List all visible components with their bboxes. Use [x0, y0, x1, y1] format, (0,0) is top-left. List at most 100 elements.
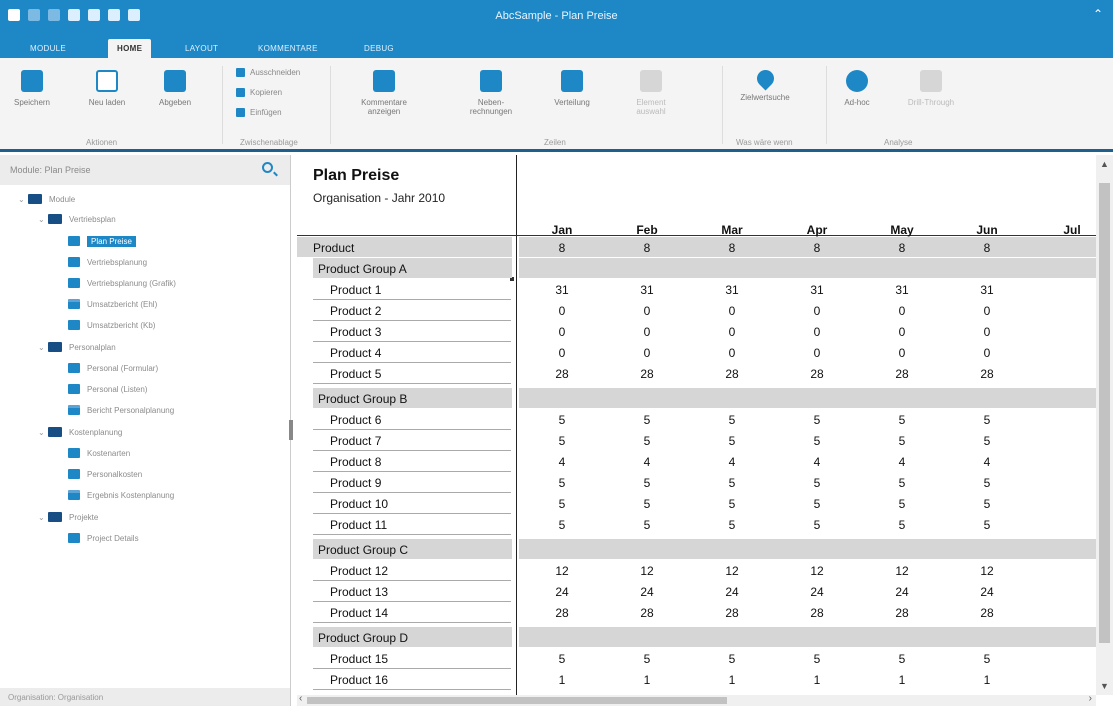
tree-item-vertriebsplanung-grafik[interactable]: Vertriebsplanung (Grafik): [68, 275, 176, 291]
value-cell[interactable]: 5: [702, 476, 762, 490]
value-cell[interactable]: 4: [532, 455, 592, 469]
panel-splitter-handle[interactable]: [289, 420, 293, 440]
value-cell[interactable]: 4: [872, 455, 932, 469]
scroll-right-icon[interactable]: ›: [1089, 693, 1092, 704]
value-cell[interactable]: 28: [957, 367, 1017, 381]
value-cell[interactable]: 0: [787, 325, 847, 339]
value-cell[interactable]: 0: [787, 346, 847, 360]
value-cell[interactable]: 0: [532, 325, 592, 339]
drill-through-button[interactable]: Drill-Through: [900, 70, 962, 107]
value-cell[interactable]: 28: [617, 367, 677, 381]
scroll-up-icon[interactable]: ▲: [1100, 159, 1109, 169]
tab-kommentare[interactable]: KOMMENTARE: [258, 39, 318, 58]
value-cell[interactable]: 5: [787, 652, 847, 666]
value-cell[interactable]: 8: [957, 241, 1017, 255]
value-cell[interactable]: 28: [532, 367, 592, 381]
reload-button[interactable]: Neu laden: [84, 70, 130, 107]
value-cell[interactable]: 5: [702, 518, 762, 532]
value-cell[interactable]: 0: [532, 346, 592, 360]
value-cell[interactable]: 5: [787, 434, 847, 448]
value-cell[interactable]: 5: [617, 497, 677, 511]
value-cell[interactable]: 0: [702, 304, 762, 318]
value-cell[interactable]: 0: [957, 325, 1017, 339]
value-cell[interactable]: 28: [787, 367, 847, 381]
value-cell[interactable]: 8: [532, 241, 592, 255]
distribution-button[interactable]: Verteilung: [546, 70, 598, 107]
value-cell[interactable]: 12: [872, 564, 932, 578]
value-cell[interactable]: 5: [702, 652, 762, 666]
value-cell[interactable]: 0: [872, 346, 932, 360]
value-cell[interactable]: 0: [872, 325, 932, 339]
subcalculations-button[interactable]: Neben- rechnungen: [464, 70, 518, 116]
value-cell[interactable]: 1: [532, 673, 592, 687]
horizontal-scrollbar[interactable]: ‹ ›: [297, 693, 1096, 706]
tree-item-vertriebsplan[interactable]: ⌄ Vertriebsplan: [38, 211, 116, 227]
value-cell[interactable]: 5: [617, 476, 677, 490]
scroll-down-icon[interactable]: ▼: [1100, 681, 1109, 691]
value-cell[interactable]: 0: [872, 304, 932, 318]
tree-item-personal-formular[interactable]: Personal (Formular): [68, 360, 158, 376]
value-cell[interactable]: 31: [957, 283, 1017, 297]
value-cell[interactable]: 5: [617, 518, 677, 532]
copy-button[interactable]: Kopieren: [236, 88, 282, 97]
value-cell[interactable]: 1: [787, 673, 847, 687]
tree-item-kostenarten[interactable]: Kostenarten: [68, 445, 130, 461]
value-cell[interactable]: 5: [872, 518, 932, 532]
value-cell[interactable]: 5: [532, 413, 592, 427]
value-cell[interactable]: 5: [702, 434, 762, 448]
value-cell[interactable]: 31: [702, 283, 762, 297]
value-cell[interactable]: 5: [957, 518, 1017, 532]
value-cell[interactable]: 4: [702, 455, 762, 469]
value-cell[interactable]: 0: [617, 325, 677, 339]
value-cell[interactable]: 1: [872, 673, 932, 687]
value-cell[interactable]: 28: [787, 606, 847, 620]
vertical-scrollbar[interactable]: ▲ ▼: [1096, 155, 1113, 695]
tree-item-project-details[interactable]: Project Details: [68, 530, 139, 546]
value-cell[interactable]: 8: [617, 241, 677, 255]
value-cell[interactable]: 5: [532, 652, 592, 666]
value-cell[interactable]: 5: [872, 434, 932, 448]
tab-module[interactable]: MODULE: [30, 39, 66, 58]
value-cell[interactable]: 24: [957, 585, 1017, 599]
value-cell[interactable]: 5: [617, 652, 677, 666]
value-cell[interactable]: 24: [617, 585, 677, 599]
tree-item-umsatzbericht-ehl[interactable]: Umsatzbericht (Ehl): [68, 296, 157, 312]
tab-home[interactable]: HOME: [108, 39, 152, 58]
value-cell[interactable]: 5: [532, 434, 592, 448]
tree-item-personalplan[interactable]: ⌄ Personalplan: [38, 339, 116, 355]
tree-item-kostenplanung[interactable]: ⌄ Kostenplanung: [38, 424, 122, 440]
tree-item-vertriebsplanung[interactable]: Vertriebsplanung: [68, 254, 147, 270]
apply-button[interactable]: Abgeben: [152, 70, 198, 107]
value-cell[interactable]: 4: [617, 455, 677, 469]
value-cell[interactable]: 5: [787, 413, 847, 427]
tab-layout[interactable]: LAYOUT: [185, 39, 218, 58]
value-cell[interactable]: 0: [617, 346, 677, 360]
value-cell[interactable]: 1: [957, 673, 1017, 687]
value-cell[interactable]: 28: [872, 606, 932, 620]
value-cell[interactable]: 28: [702, 606, 762, 620]
element-selection-button[interactable]: Element auswahl: [628, 70, 674, 116]
value-cell[interactable]: 28: [702, 367, 762, 381]
value-cell[interactable]: 0: [532, 304, 592, 318]
value-cell[interactable]: 28: [872, 367, 932, 381]
tree-item-personalkosten[interactable]: Personalkosten: [68, 466, 142, 482]
value-cell[interactable]: 5: [957, 497, 1017, 511]
value-cell[interactable]: 1: [617, 673, 677, 687]
value-cell[interactable]: 31: [872, 283, 932, 297]
value-cell[interactable]: 1: [702, 673, 762, 687]
value-cell[interactable]: 28: [957, 606, 1017, 620]
value-cell[interactable]: 4: [957, 455, 1017, 469]
tree-item-personal-listen[interactable]: Personal (Listen): [68, 381, 147, 397]
tree-item-module[interactable]: ⌄ Module: [18, 191, 75, 207]
value-cell[interactable]: 5: [872, 476, 932, 490]
value-cell[interactable]: 8: [787, 241, 847, 255]
tree-item-projekte[interactable]: ⌄ Projekte: [38, 509, 98, 525]
value-cell[interactable]: 24: [872, 585, 932, 599]
value-cell[interactable]: 8: [702, 241, 762, 255]
show-comments-button[interactable]: Kommentare anzeigen: [350, 70, 418, 116]
value-cell[interactable]: 5: [617, 434, 677, 448]
search-icon[interactable]: [262, 162, 273, 173]
value-cell[interactable]: 5: [787, 497, 847, 511]
tree-item-bericht-personalplanung[interactable]: Bericht Personalplanung: [68, 402, 174, 418]
value-cell[interactable]: 5: [957, 476, 1017, 490]
